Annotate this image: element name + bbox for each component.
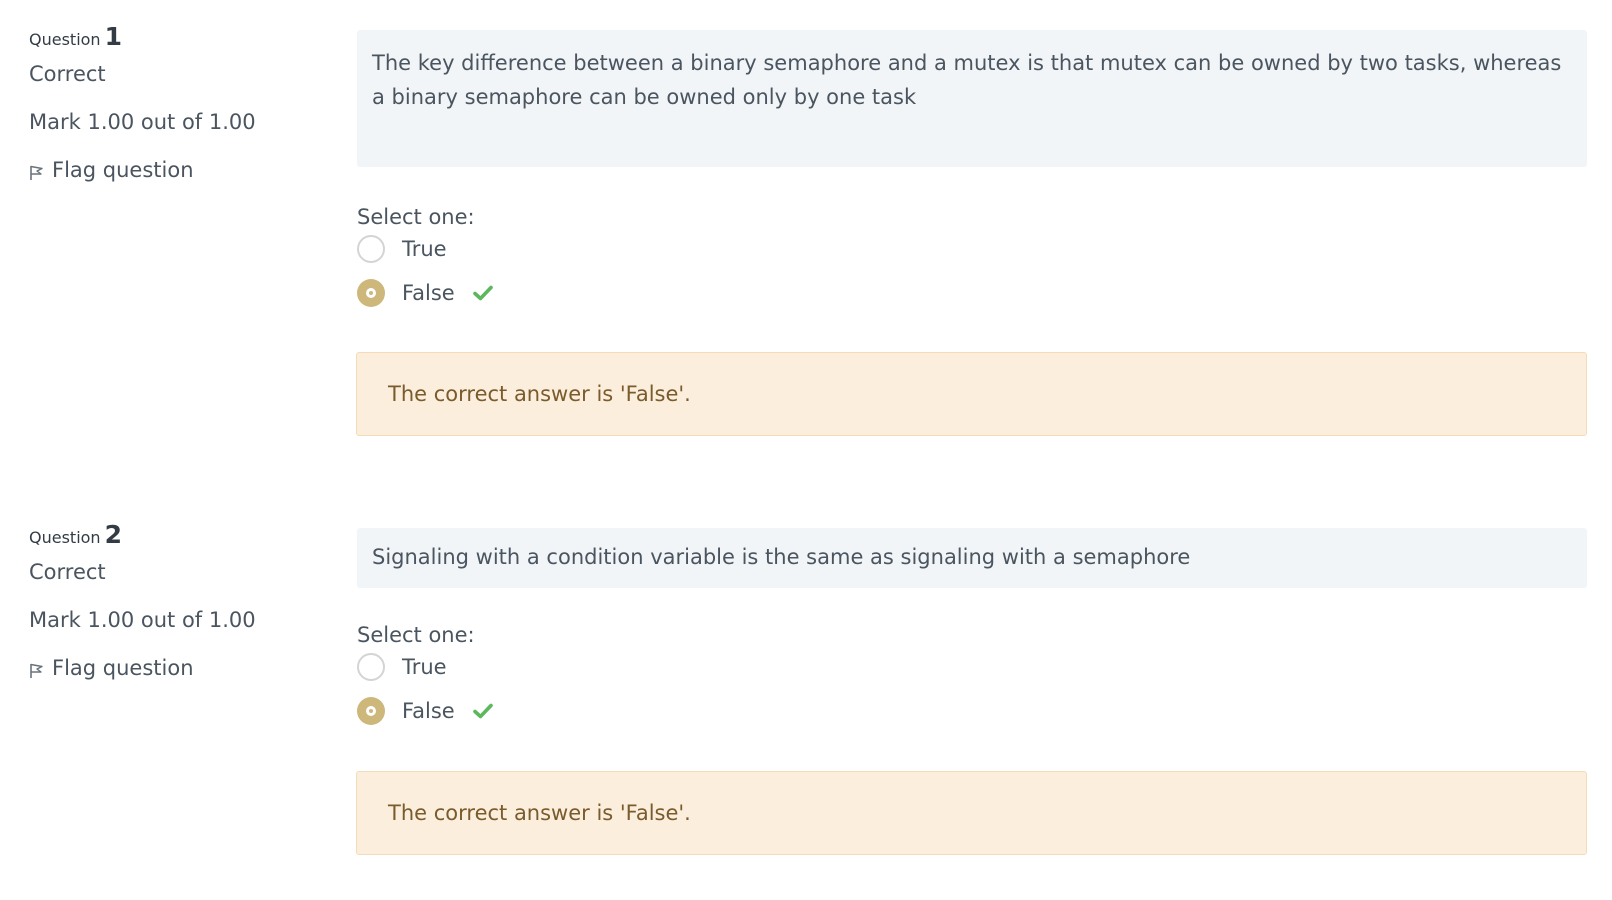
feedback-text: The correct answer is 'False'. [388,801,691,825]
flag-icon [30,165,43,180]
feedback-text: The correct answer is 'False'. [388,382,691,406]
question-2-option-true[interactable]: True [357,653,447,681]
question-label: Question [29,30,101,49]
question-grade: Mark 1.00 out of 1.00 [29,110,256,134]
question-num: 1 [104,22,122,51]
question-2-text: Signaling with a condition variable is t… [357,528,1587,588]
question-1-option-false[interactable]: False [357,279,493,307]
option-label: False [402,699,455,723]
question-2-feedback: The correct answer is 'False'. [356,771,1587,855]
question-1-text: The key difference between a binary sema… [357,30,1587,167]
radio-false[interactable] [357,697,385,725]
option-label: True [402,655,447,679]
question-1-option-true[interactable]: True [357,235,447,263]
question-number: Question 2 [29,520,329,550]
question-label: Question [29,528,101,547]
radio-true[interactable] [357,653,385,681]
flag-question-link[interactable]: Flag question [29,656,329,680]
question-2-prompt: Select one: [357,623,475,647]
question-grade: Mark 1.00 out of 1.00 [29,608,256,632]
option-label: True [402,237,447,261]
check-icon [472,703,493,719]
question-number: Question 1 [29,22,329,52]
question-2-option-false[interactable]: False [357,697,493,725]
question-info: Question 2 Correct Mark 1.00 out of 1.00 … [29,520,329,680]
option-label: False [402,281,455,305]
question-num: 2 [104,520,122,549]
question-1-feedback: The correct answer is 'False'. [356,352,1587,436]
flag-label: Flag question [52,656,194,680]
question-state: Correct [29,560,106,584]
check-icon [472,285,493,301]
question-info: Question 1 Correct Mark 1.00 out of 1.00 … [29,22,329,182]
flag-question-link[interactable]: Flag question [29,158,329,182]
flag-label: Flag question [52,158,194,182]
radio-true[interactable] [357,235,385,263]
radio-false[interactable] [357,279,385,307]
question-state: Correct [29,62,106,86]
question-1-prompt: Select one: [357,205,475,229]
flag-icon [30,663,43,678]
